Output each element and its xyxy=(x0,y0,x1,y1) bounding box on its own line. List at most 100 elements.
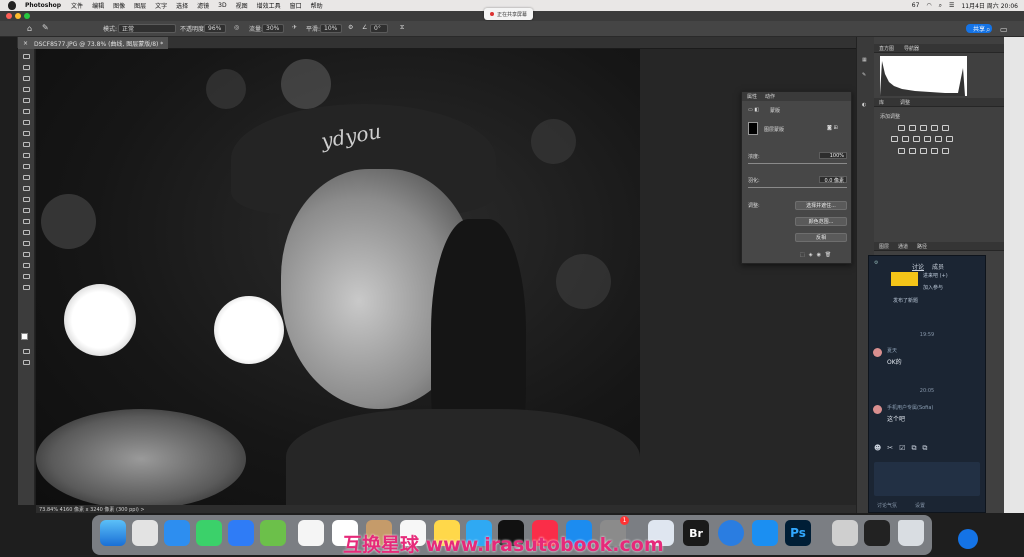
hand-tool-icon[interactable] xyxy=(23,263,30,268)
opacity-input[interactable]: 96% xyxy=(204,24,226,33)
gradient-tool-icon[interactable] xyxy=(23,186,30,191)
lasso-tool-icon[interactable] xyxy=(23,76,30,81)
chat-settings-icon[interactable]: ⚙ xyxy=(874,260,878,266)
control-center-icon[interactable]: ☰ xyxy=(949,2,954,9)
menu-item-edit[interactable]: 编辑 xyxy=(92,1,104,10)
chat-bubble-icon[interactable] xyxy=(958,529,978,549)
quick-mask-icon[interactable] xyxy=(23,349,30,354)
symmetry-icon[interactable]: ⧖ xyxy=(400,24,404,32)
type-tool-icon[interactable] xyxy=(23,230,30,235)
feather-slider[interactable] xyxy=(748,187,847,188)
panel-icon-history[interactable]: ▦ xyxy=(862,57,867,63)
smoothing-input[interactable]: 10% xyxy=(320,24,342,33)
invert-adj-icon[interactable] xyxy=(898,148,905,154)
screen-mode-icon[interactable] xyxy=(23,360,30,365)
status-text[interactable]: 73.84% 4160 像素 x 3240 像素 (300 ppi) > xyxy=(39,506,145,513)
move-tool-icon[interactable] xyxy=(23,54,30,59)
photoshop-icon[interactable]: Ps xyxy=(785,520,811,546)
workspace-icon[interactable]: ▭ xyxy=(1000,25,1008,34)
mask-link-icon[interactable]: ◙ ⊞ xyxy=(827,125,838,131)
channel-mixer-icon[interactable] xyxy=(935,136,942,142)
tab-paths[interactable]: 路径 xyxy=(917,243,927,250)
panel-icon-color[interactable]: ◐ xyxy=(862,102,866,108)
avatar[interactable] xyxy=(873,405,882,414)
black-white-icon[interactable] xyxy=(913,136,920,142)
menu-item-help[interactable]: 帮助 xyxy=(311,1,323,10)
recent-file-icon[interactable] xyxy=(832,520,858,546)
menu-item-filter[interactable]: 滤镜 xyxy=(197,1,209,10)
menu-item-view[interactable]: 视图 xyxy=(236,1,248,10)
levels-icon[interactable] xyxy=(909,125,916,131)
color-balance-icon[interactable] xyxy=(902,136,909,142)
close-window-icon[interactable] xyxy=(6,13,12,19)
selective-color-icon[interactable] xyxy=(942,148,949,154)
tab-adjustments[interactable]: 调整 xyxy=(900,99,910,106)
invert-button[interactable]: 反相 xyxy=(795,233,847,242)
flow-input[interactable]: 30% xyxy=(262,24,284,33)
crop-tool-icon[interactable] xyxy=(23,98,30,103)
menu-item-plugins[interactable]: 增效工具 xyxy=(257,1,281,10)
battery-status[interactable]: 67 xyxy=(912,2,920,9)
menu-item-layer[interactable]: 图层 xyxy=(134,1,146,10)
chat-message-input[interactable] xyxy=(874,462,980,496)
density-slider[interactable] xyxy=(748,163,847,164)
eraser-tool-icon[interactable] xyxy=(23,175,30,180)
bridge-icon[interactable]: Br xyxy=(683,520,709,546)
pen-tool-icon[interactable] xyxy=(23,219,30,224)
color-lookup-icon[interactable] xyxy=(946,136,953,142)
exposure-icon[interactable] xyxy=(931,125,938,131)
eyedropper-tool-icon[interactable] xyxy=(23,120,30,125)
vibrance-icon[interactable] xyxy=(942,125,949,131)
color-range-button[interactable]: 颜色范围... xyxy=(795,217,847,226)
minimize-window-icon[interactable] xyxy=(15,13,21,19)
airbrush-icon[interactable]: ✈ xyxy=(292,24,297,31)
path-selection-tool-icon[interactable] xyxy=(23,241,30,246)
avatar[interactable] xyxy=(873,348,882,357)
tab-navigator[interactable]: 导航器 xyxy=(904,45,919,52)
blur-tool-icon[interactable] xyxy=(23,197,30,202)
density-input[interactable]: 100% xyxy=(819,152,847,159)
close-tab-icon[interactable]: × xyxy=(23,40,28,47)
apple-menu-icon[interactable] xyxy=(8,1,16,10)
chat-footer-left[interactable]: 讨论气氛 xyxy=(877,502,897,509)
foreground-color-swatch[interactable] xyxy=(21,333,28,340)
marquee-tool-icon[interactable] xyxy=(23,65,30,70)
lark-icon[interactable] xyxy=(718,520,744,546)
zoom-tool-icon[interactable] xyxy=(23,274,30,279)
preview-icon[interactable] xyxy=(752,520,778,546)
more-tools-icon[interactable] xyxy=(23,285,30,290)
wifi-icon[interactable]: ◠ xyxy=(926,2,931,9)
gear-icon[interactable]: ⚙ xyxy=(348,24,353,31)
chat-toolbar-icons[interactable]: ☻✂☑⧉⧉ xyxy=(874,444,933,453)
pressure-opacity-icon[interactable]: ◎ xyxy=(234,24,239,31)
launchpad-icon[interactable] xyxy=(132,520,158,546)
screen-share-indicator[interactable]: 正在共享屏幕 xyxy=(484,8,534,20)
safari-icon[interactable] xyxy=(164,520,190,546)
tab-histogram[interactable]: 直方图 xyxy=(879,45,894,52)
clock[interactable]: 11月4日 周六 20:06 xyxy=(961,1,1018,10)
mail-icon[interactable] xyxy=(228,520,254,546)
brightness-icon[interactable] xyxy=(898,125,905,131)
menu-item-type[interactable]: 文字 xyxy=(155,1,167,10)
search-icon[interactable]: ⌕ xyxy=(939,2,942,10)
document-tab[interactable]: × DSCF8577.JPG @ 73.8% (曲线, 图层蒙版/8) * xyxy=(18,37,168,49)
maps-icon[interactable] xyxy=(260,520,286,546)
menu-item-3d[interactable]: 3D xyxy=(218,2,226,9)
home-icon[interactable]: ⌂ xyxy=(27,24,32,33)
tab-actions[interactable]: 动作 xyxy=(765,93,775,100)
mask-thumbnail[interactable] xyxy=(748,122,758,135)
posterize-icon[interactable] xyxy=(909,148,916,154)
finder-icon[interactable] xyxy=(100,520,126,546)
tab-channels[interactable]: 通道 xyxy=(898,243,908,250)
mode-select[interactable]: 正常 xyxy=(118,24,176,33)
chat-sticker-thumbnail[interactable] xyxy=(891,272,918,286)
clone-stamp-tool-icon[interactable] xyxy=(23,153,30,158)
tab-properties[interactable]: 属性 xyxy=(747,93,757,100)
rectangle-tool-icon[interactable] xyxy=(23,252,30,257)
zoom-window-icon[interactable] xyxy=(24,13,30,19)
menu-item-image[interactable]: 图像 xyxy=(113,1,125,10)
photos-icon[interactable] xyxy=(298,520,324,546)
angle-icon[interactable]: ∠ xyxy=(362,24,367,31)
curves-icon[interactable] xyxy=(920,125,927,131)
messages-icon[interactable] xyxy=(196,520,222,546)
